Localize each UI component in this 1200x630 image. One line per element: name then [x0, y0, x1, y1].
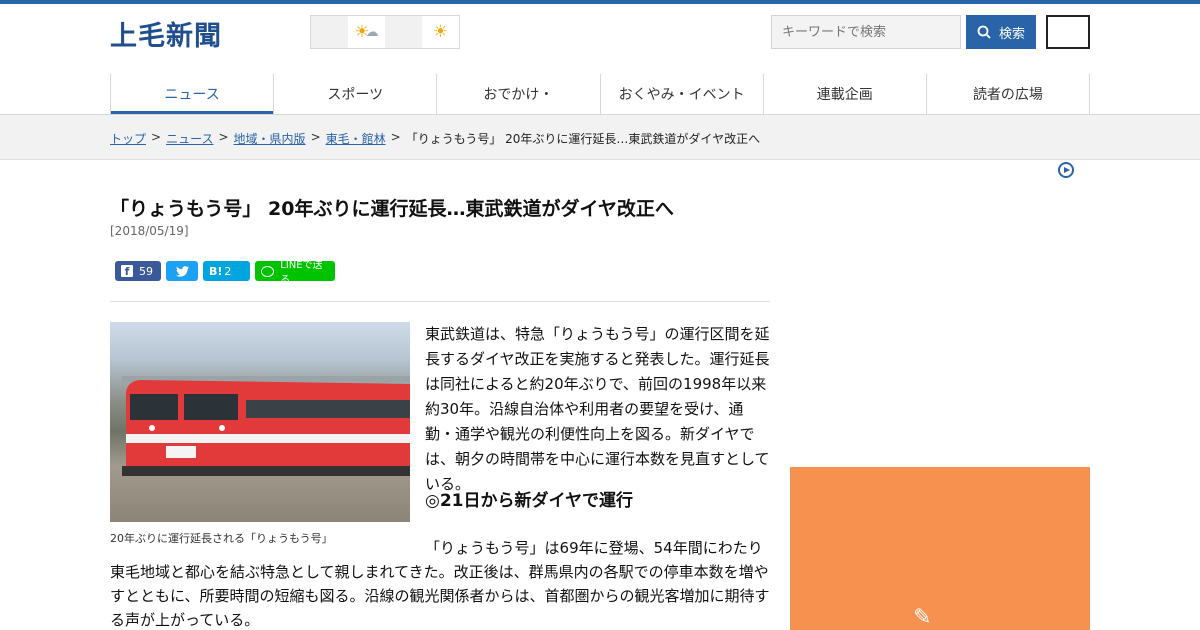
nav-item-obituary-events[interactable]: おくやみ・イベント — [599, 74, 763, 114]
sun-cloud-icon: ☀ ☁ — [348, 16, 385, 48]
weather-today-cell — [311, 16, 348, 48]
search-button[interactable]: 検索 — [966, 15, 1036, 49]
nav-item-series[interactable]: 連載企画 — [762, 74, 926, 114]
facebook-share-button[interactable]: f 59 — [115, 261, 161, 281]
global-nav: ニュース スポーツ おでかけ・ おくやみ・イベント 連載企画 読者の広場 — [110, 74, 1091, 115]
nav-item-readers[interactable]: 読者の広場 — [925, 74, 1091, 114]
hatena-count: 2 — [224, 264, 232, 278]
article-photo[interactable] — [110, 322, 410, 522]
facebook-count: 59 — [139, 264, 153, 278]
top-accent-bar — [0, 0, 1200, 4]
breadcrumb-current: 「りょうもう号」 20年ぶりに運行延長…東武鉄道がダイヤ改正へ — [405, 132, 761, 146]
breadcrumb-link-news[interactable]: ニュース — [166, 130, 213, 147]
weather-tomorrow-cell — [385, 16, 422, 48]
breadcrumb-link-area[interactable]: 東毛・館林 — [326, 130, 386, 147]
line-share-label: LINEで送る — [280, 260, 323, 286]
article-title: 「りょうもう号」 20年ぶりに運行延長…東武鉄道がダイヤ改正へ — [110, 198, 674, 220]
article-subhead: ◎21日から新ダイヤで運行 — [425, 491, 633, 511]
share-buttons: f 59 B! 2 LINEで送る — [115, 260, 335, 286]
article-paragraph-2: 「りょうもう号」は69年に登場、54年間にわたり東毛地域と都心を結ぶ特急として親… — [110, 539, 770, 629]
article-date: [2018/05/19] — [110, 224, 189, 238]
search-button-label: 検索 — [998, 26, 1025, 42]
ad-choices-icon[interactable] — [1058, 162, 1074, 178]
search-input[interactable] — [771, 15, 961, 49]
sun-icon: ☀ — [422, 16, 459, 48]
site-logo[interactable]: 上毛新聞 — [110, 14, 222, 53]
hatena-bookmark-button[interactable]: B! 2 — [203, 261, 250, 281]
pencil-icon: ✎ — [913, 605, 932, 630]
line-icon — [261, 265, 275, 277]
twitter-share-button[interactable] — [166, 261, 198, 281]
hatena-icon: B! — [209, 264, 223, 278]
menu-button[interactable] — [1046, 15, 1090, 49]
line-share-button[interactable]: LINEで送る — [255, 260, 335, 286]
twitter-icon — [175, 265, 189, 277]
breadcrumb-link-top[interactable]: トップ — [110, 130, 146, 147]
facebook-icon: f — [121, 265, 133, 277]
breadcrumb: トップ > ニュース > 地域・県内版 > 東毛・館林 > 「りょうもう号」 20年ぶり… — [110, 130, 761, 147]
sidebar-ad-banner[interactable] — [790, 467, 1090, 630]
train-illustration — [122, 376, 410, 476]
weather-widget[interactable]: ☀ ☁ ☀ — [310, 15, 460, 49]
nav-item-news[interactable]: ニュース — [110, 74, 274, 115]
nav-item-sports[interactable]: スポーツ — [273, 74, 436, 114]
nav-item-outing[interactable]: おでかけ・ — [436, 74, 599, 114]
article-paragraph-1: 東武鉄道は、特急「りょうもう号」の運行区間を延長するダイヤ改正を実施すると発表し… — [425, 325, 770, 493]
breadcrumb-link-region[interactable]: 地域・県内版 — [234, 130, 306, 147]
content-divider — [110, 301, 770, 302]
search-icon — [977, 25, 991, 39]
